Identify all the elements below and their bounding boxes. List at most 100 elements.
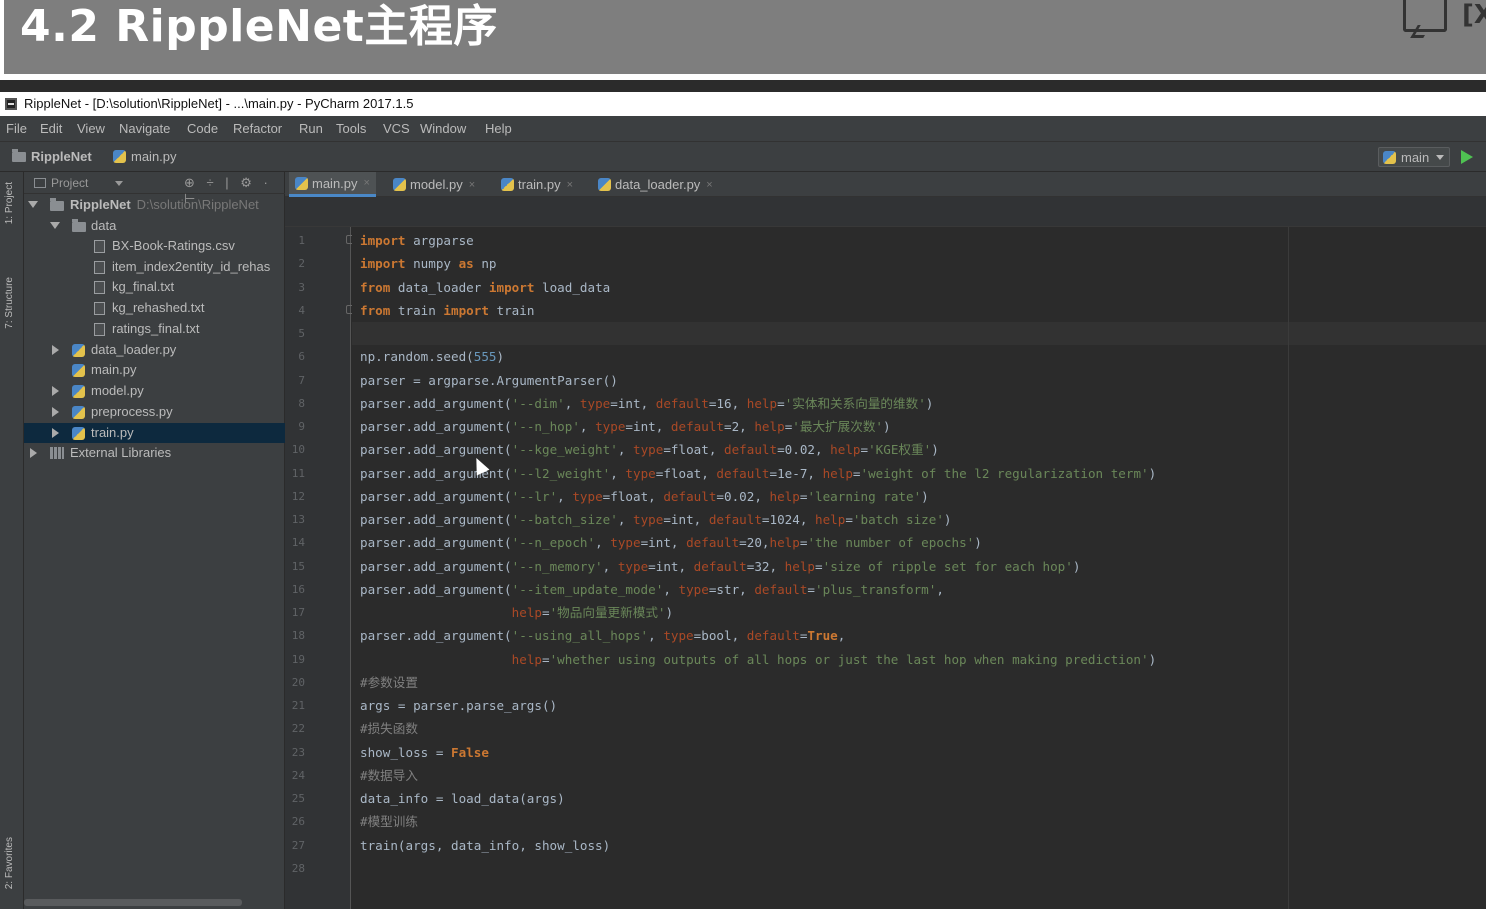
menu-window[interactable]: Window <box>420 121 466 136</box>
code-token: , <box>610 465 626 481</box>
code-token: '--n_hop' <box>511 419 580 434</box>
expand-arrow-icon[interactable] <box>52 386 59 396</box>
code-line: parser.add_argument('--n_epoch', type=in… <box>360 532 982 554</box>
tool-tab-project[interactable]: 1: Project <box>4 182 15 224</box>
tree-item-file[interactable]: kg_rehashed.txt <box>24 298 285 318</box>
tree-item-py[interactable]: main.py <box>24 360 285 380</box>
expand-arrow-icon[interactable] <box>52 428 59 438</box>
code-token: default <box>655 395 709 411</box>
code-token: default <box>754 581 808 597</box>
code-token: ) <box>925 395 934 411</box>
code-token: '--dim' <box>511 395 565 411</box>
line-number: 11 <box>291 466 305 480</box>
tab-data-loader-py[interactable]: data_loader.py × <box>592 172 719 197</box>
tree-item-data[interactable]: data <box>24 216 285 236</box>
tree-item-file[interactable]: BX-Book-Ratings.csv <box>24 236 285 256</box>
tab-main-py[interactable]: main.py × <box>289 172 376 197</box>
window-titlebar: RippleNet - [D:\solution\RippleNet] - ..… <box>0 92 1486 116</box>
menu-tools[interactable]: Tools <box>336 121 366 136</box>
code-token: type <box>678 581 709 597</box>
tree-item-label: item_index2entity_id_rehas <box>112 259 271 274</box>
line-number: 7 <box>298 373 305 387</box>
tab-label: data_loader.py <box>615 177 701 192</box>
code-token: =float, <box>655 465 717 481</box>
expand-arrow-icon[interactable] <box>50 222 60 229</box>
close-icon[interactable]: × <box>364 177 370 189</box>
text-file-icon <box>94 323 105 336</box>
tree-item-file[interactable]: kg_final.txt <box>24 277 285 297</box>
tree-item-file[interactable]: item_index2entity_id_rehas <box>24 257 285 277</box>
expand-arrow-icon[interactable] <box>30 448 37 458</box>
close-icon[interactable]: × <box>706 179 712 191</box>
tree-item-libraries[interactable]: External Libraries <box>24 443 285 463</box>
code-token: train <box>390 302 444 318</box>
chat-icon[interactable] <box>1403 0 1447 32</box>
menu-navigate[interactable]: Navigate <box>119 121 170 136</box>
code-token: 'weight of the l2 regularization term' <box>860 465 1149 481</box>
breadcrumb-file-label: main.py <box>131 149 177 164</box>
code-token: '--lr' <box>511 488 558 504</box>
tree-item-label: train.py <box>91 425 134 440</box>
menu-view[interactable]: View <box>77 121 105 136</box>
code-token: False <box>451 744 489 760</box>
code-token: type <box>610 535 641 551</box>
project-view-select[interactable]: Project <box>34 176 124 190</box>
pycharm-icon <box>5 98 17 110</box>
expand-arrow-icon[interactable] <box>28 201 38 208</box>
tree-item-file[interactable]: ratings_final.txt <box>24 319 285 339</box>
expand-arrow-icon[interactable] <box>52 407 59 417</box>
tree-root-label: RippleNet <box>70 197 131 212</box>
tool-tab-structure[interactable]: 7: Structure <box>4 277 15 329</box>
code-token: import <box>443 302 489 318</box>
code-line: help='物品向量更新模式') <box>360 602 673 624</box>
tree-item-label: model.py <box>91 383 144 398</box>
tree-item-py[interactable]: data_loader.py <box>24 340 285 360</box>
code-token: parser.add_argument( <box>360 558 512 574</box>
text-file-icon <box>94 281 105 294</box>
run-config-select[interactable]: main <box>1378 147 1450 167</box>
line-number: 23 <box>291 745 305 759</box>
code-token: numpy <box>405 256 459 272</box>
line-number: 15 <box>291 559 305 573</box>
code-token: =32, <box>746 558 785 574</box>
menu-file[interactable]: File <box>6 121 27 136</box>
code-token: parser.add_argument( <box>360 512 512 527</box>
breadcrumb-file[interactable]: main.py <box>113 149 177 164</box>
code-token: 'size of ripple set for each hop' <box>822 558 1073 574</box>
close-icon[interactable]: [X <box>1462 0 1486 32</box>
run-button[interactable] <box>1461 150 1473 164</box>
menu-help[interactable]: Help <box>485 121 512 136</box>
expand-arrow-icon[interactable] <box>52 345 59 355</box>
menu-code[interactable]: Code <box>187 121 218 136</box>
code-line: parser.add_argument('--using_all_hops', … <box>360 625 845 647</box>
close-icon[interactable]: × <box>469 179 475 191</box>
line-number: 25 <box>291 792 305 805</box>
tree-root[interactable]: RippleNet D:\solution\RippleNet <box>24 195 285 215</box>
chevron-down-icon <box>115 180 124 186</box>
line-number: 17 <box>291 606 305 619</box>
tree-item-py[interactable]: model.py <box>24 381 285 401</box>
breadcrumb-project[interactable]: RippleNet <box>12 148 92 164</box>
menu-refactor[interactable]: Refactor <box>233 121 282 136</box>
code-token: type <box>595 419 626 434</box>
code-token: ) <box>1148 651 1157 667</box>
menu-edit[interactable]: Edit <box>40 121 62 136</box>
code-token: help <box>511 605 542 620</box>
project-panel-header: Project ⊕ ÷ | ⚙ · ⊢ <box>24 172 285 206</box>
close-icon[interactable]: × <box>567 179 573 191</box>
tool-tab-favorites[interactable]: 2: Favorites <box>4 837 15 889</box>
tab-model-py[interactable]: model.py × <box>387 172 481 197</box>
python-file-icon <box>598 178 611 191</box>
line-number: 9 <box>298 420 305 433</box>
menu-run[interactable]: Run <box>299 121 323 136</box>
tree-item-py-selected[interactable]: train.py <box>24 423 285 443</box>
horizontal-scrollbar[interactable] <box>24 899 242 906</box>
code-token: 'learning rate' <box>807 488 922 504</box>
tab-train-py[interactable]: train.py × <box>495 172 579 197</box>
python-file-icon <box>72 385 85 398</box>
code-line: np.random.seed(555) <box>360 346 504 368</box>
tree-item-label: kg_rehashed.txt <box>112 300 205 315</box>
code-editor[interactable]: import argparse import numpy as np from da… <box>352 227 1486 909</box>
menu-vcs[interactable]: VCS <box>383 121 410 136</box>
tree-item-py[interactable]: preprocess.py <box>24 402 285 422</box>
